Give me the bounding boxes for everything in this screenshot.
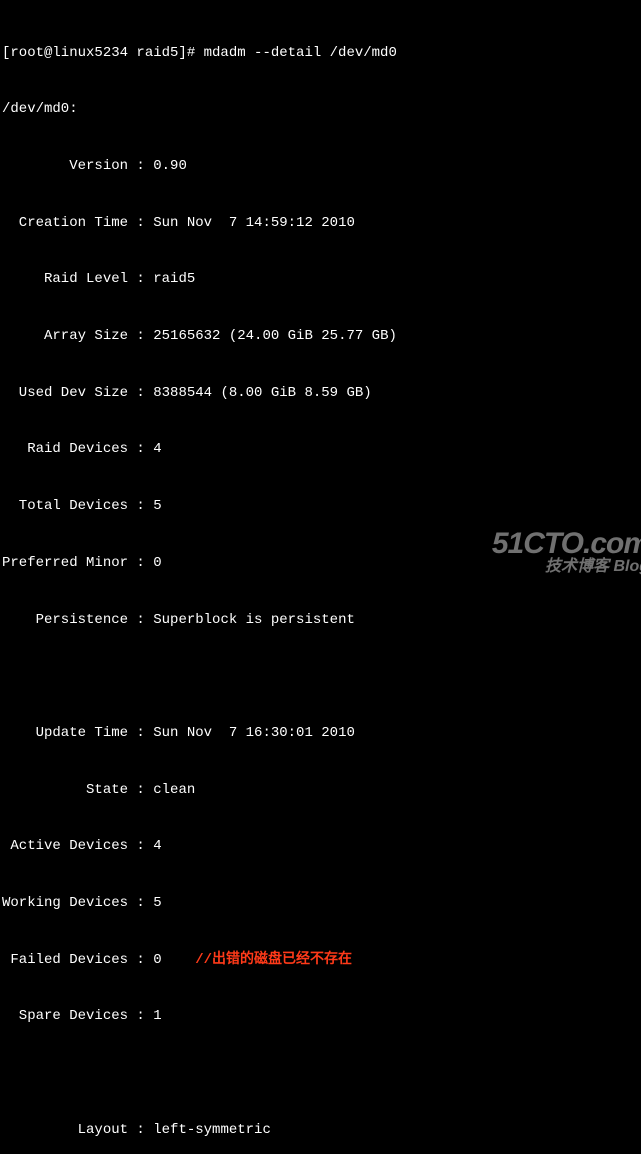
prompt-line: [root@linux5234 raid5]# mdadm --detail /… <box>2 44 639 63</box>
field-ctime: Creation Time : Sun Nov 7 14:59:12 2010 <box>2 214 639 233</box>
field-layout: Layout : left-symmetric <box>2 1121 639 1140</box>
field-total-devices: Total Devices : 5 <box>2 497 639 516</box>
field-update-time: Update Time : Sun Nov 7 16:30:01 2010 <box>2 724 639 743</box>
blank-1 <box>2 667 639 686</box>
field-pref-minor: Preferred Minor : 0 <box>2 554 639 573</box>
val-layout: left-symmetric <box>153 1122 271 1138</box>
field-working-dev: Working Devices : 5 <box>2 894 639 913</box>
val-raid-devices: 4 <box>153 441 161 457</box>
val-spare-dev: 1 <box>153 1008 161 1024</box>
val-array-size: 25165632 (24.00 GiB 25.77 GB) <box>153 328 397 344</box>
val-working-dev: 5 <box>153 895 161 911</box>
val-active-dev: 4 <box>153 838 161 854</box>
val-total-devices: 5 <box>153 498 161 514</box>
field-version: Version : 0.90 <box>2 157 639 176</box>
field-persistence: Persistence : Superblock is persistent <box>2 611 639 630</box>
val-update-time: Sun Nov 7 16:30:01 2010 <box>153 725 355 741</box>
val-pref-minor: 0 <box>153 555 161 571</box>
field-state: State : clean <box>2 781 639 800</box>
field-raid-level: Raid Level : raid5 <box>2 270 639 289</box>
terminal-output: [root@linux5234 raid5]# mdadm --detail /… <box>2 6 639 1154</box>
annotation-failed: //出错的磁盘已经不存在 <box>195 952 352 968</box>
field-raid-devices: Raid Devices : 4 <box>2 440 639 459</box>
val-used-dev: 8388544 (8.00 GiB 8.59 GB) <box>153 385 371 401</box>
field-used-dev: Used Dev Size : 8388544 (8.00 GiB 8.59 G… <box>2 384 639 403</box>
field-active-dev: Active Devices : 4 <box>2 837 639 856</box>
val-state: clean <box>153 782 195 798</box>
val-version: 0.90 <box>153 158 187 174</box>
blank-2 <box>2 1064 639 1083</box>
val-persistence: Superblock is persistent <box>153 612 355 628</box>
device-header: /dev/md0: <box>2 100 639 119</box>
field-array-size: Array Size : 25165632 (24.00 GiB 25.77 G… <box>2 327 639 346</box>
val-raid-level: raid5 <box>153 271 195 287</box>
val-failed-dev: 0 <box>153 952 161 968</box>
field-failed-dev: Failed Devices : 0 //出错的磁盘已经不存在 <box>2 951 639 970</box>
val-ctime: Sun Nov 7 14:59:12 2010 <box>153 215 355 231</box>
field-spare-dev: Spare Devices : 1 <box>2 1007 639 1026</box>
